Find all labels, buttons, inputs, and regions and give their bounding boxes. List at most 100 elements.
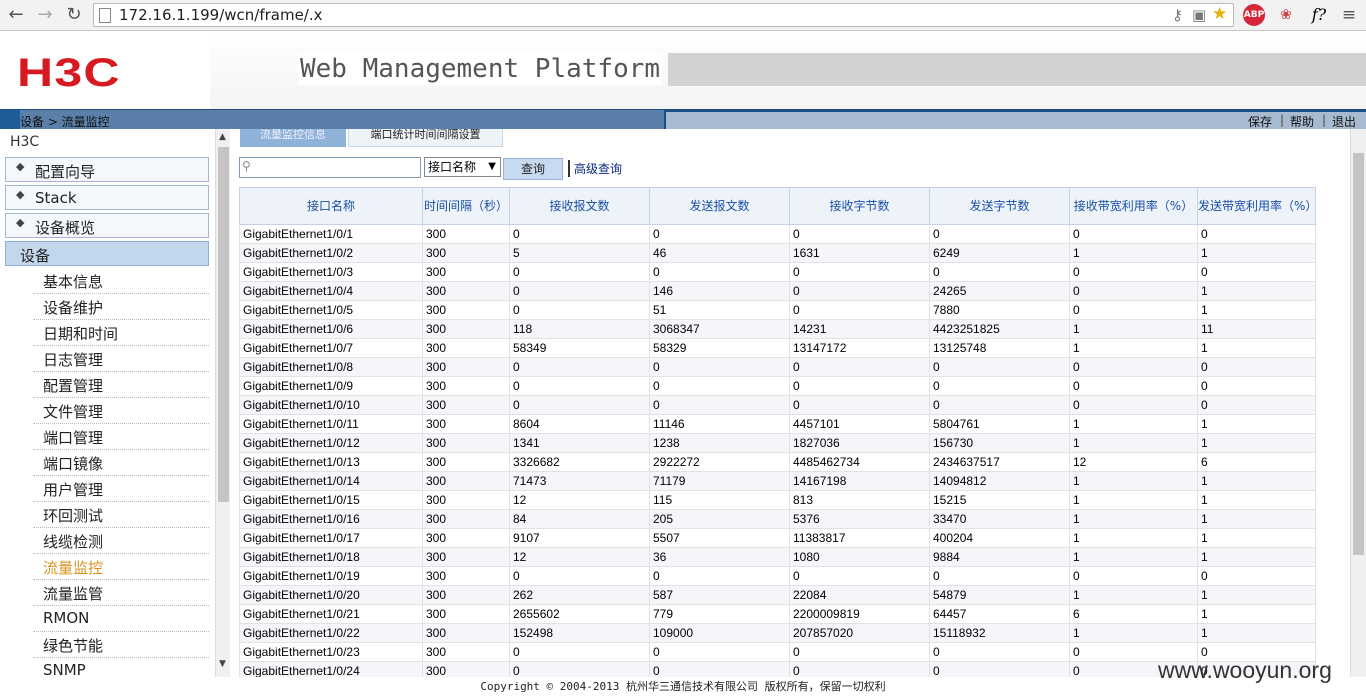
sidebar-item-datetime[interactable]: 日期和时间 [33,320,209,346]
table-row[interactable]: GigabitEthernet1/0/1 300 0 0 0 0 0 0 [239,224,1316,244]
table-cell: 1 [1069,585,1198,605]
column-header[interactable]: 发送带宽利用率（%） [1197,187,1317,225]
table-cell: GigabitEthernet1/0/20 [239,585,423,605]
table-row[interactable]: GigabitEthernet1/0/13 300 3326682 2922272 44… [239,452,1316,472]
table-row[interactable]: GigabitEthernet1/0/21 300 2655602 779 220000… [239,604,1316,624]
sidebar-scrollbar[interactable]: ▲ ▼ [215,129,230,677]
table-cell: 0 [789,376,930,396]
back-icon[interactable]: ← [4,3,28,27]
search-field-select[interactable]: 接口名称 ▼ [424,157,501,177]
table-row[interactable]: GigabitEthernet1/0/4 300 0 146 0 24265 0 1 [239,281,1316,301]
tab-traffic-monitor-info[interactable]: 流量监控信息 [240,129,346,147]
table-cell: 300 [422,642,510,662]
sidebar-item-traffic-monitor[interactable]: 流量监控 [33,554,209,580]
sidebar-item-basic-info[interactable]: 基本信息 [33,268,209,294]
sidebar-group-overview[interactable]: ◆ 设备概览 [5,213,209,238]
sidebar-group-device[interactable]: 设备 [5,241,209,266]
sidebar-item-maintenance[interactable]: 设备维护 [33,294,209,320]
table-row[interactable]: GigabitEthernet1/0/12 300 1341 1238 1827036 1… [239,433,1316,453]
scrollbar-thumb[interactable] [1353,153,1364,555]
url-text[interactable]: 172.16.1.199/wcn/frame/.x [119,5,323,26]
sidebar-item-rmon[interactable]: RMON [33,606,209,632]
table-cell: 300 [422,661,510,677]
scrollbar-thumb[interactable] [218,147,229,502]
reload-icon[interactable]: ↻ [62,3,86,27]
table-cell: 0 [789,300,930,320]
table-cell: 0 [1069,395,1198,415]
table-row[interactable]: GigabitEthernet1/0/17 300 9107 5507 11383817… [239,528,1316,548]
logout-link[interactable]: 退出 [1332,113,1356,130]
scroll-down-icon[interactable]: ▼ [219,659,226,669]
table-row[interactable]: GigabitEthernet1/0/9 300 0 0 0 0 0 0 [239,376,1316,396]
help-link[interactable]: 帮助 [1290,113,1314,130]
sidebar-group-stack[interactable]: ◆ Stack [5,185,209,210]
table-cell: 0 [1197,376,1316,396]
table-row[interactable]: GigabitEthernet1/0/23 300 0 0 0 0 0 0 [239,642,1316,662]
table-cell: 115 [649,490,790,510]
sidebar-item-traffic-policing[interactable]: 流量监管 [33,580,209,606]
table-row[interactable]: GigabitEthernet1/0/20 300 262 587 22084 54879… [239,585,1316,605]
table-cell: 1 [1069,338,1198,358]
address-bar[interactable]: 172.16.1.199/wcn/frame/.x ⚷ ▣ ★ [93,3,1234,27]
table-cell: 0 [1197,566,1316,586]
table-row[interactable]: GigabitEthernet1/0/8 300 0 0 0 0 0 0 [239,357,1316,377]
sidebar-item-config[interactable]: 配置管理 [33,372,209,398]
content-scrollbar[interactable] [1350,129,1366,677]
forward-icon[interactable]: → [33,3,57,27]
table-row[interactable]: GigabitEthernet1/0/11 300 8604 11146 4457101… [239,414,1316,434]
table-cell: 0 [789,262,930,282]
sidebar-item-users[interactable]: 用户管理 [33,476,209,502]
table-cell: 6249 [929,243,1070,263]
table-row[interactable]: GigabitEthernet1/0/6 300 118 3068347 14231 44… [239,319,1316,339]
sidebar-item-loopback[interactable]: 环回测试 [33,502,209,528]
column-header[interactable]: 接口名称 [239,187,423,225]
sidebar-group-wizard[interactable]: ◆ 配置向导 [5,157,209,182]
table-cell: 146 [649,281,790,301]
save-link[interactable]: 保存 [1248,113,1272,130]
column-header[interactable]: 接收带宽利用率（%） [1069,187,1198,225]
scroll-up-icon[interactable]: ▲ [219,132,226,142]
sidebar-item-green-energy[interactable]: 绿色节能 [33,632,209,658]
table-cell: 587 [649,585,790,605]
table-row[interactable]: GigabitEthernet1/0/22 300 152498 109000 2078… [239,623,1316,643]
table-cell: 0 [1069,357,1198,377]
advanced-query-link[interactable]: 高级查询 [568,160,622,177]
table-row[interactable]: GigabitEthernet1/0/15 300 12 115 813 15215 1 1 [239,490,1316,510]
table-row[interactable]: GigabitEthernet1/0/18 300 12 36 1080 9884 1 1 [239,547,1316,567]
search-input[interactable]: ⚲ [239,157,421,178]
adblock-icon[interactable]: ABP [1243,4,1265,26]
column-header[interactable]: 接收字节数 [789,187,930,225]
table-cell: 1 [1069,319,1198,339]
sidebar-item-ports[interactable]: 端口管理 [33,424,209,450]
table-row[interactable]: GigabitEthernet1/0/7 300 58349 58329 1314717… [239,338,1316,358]
table-row[interactable]: GigabitEthernet1/0/3 300 0 0 0 0 0 0 [239,262,1316,282]
table-cell: 1 [1197,414,1316,434]
key-icon[interactable]: ⚷ [1172,6,1183,25]
sidebar-item-log[interactable]: 日志管理 [33,346,209,372]
table-row[interactable]: GigabitEthernet1/0/19 300 0 0 0 0 0 0 [239,566,1316,586]
menu-icon[interactable]: ≡ [1338,4,1360,26]
fx-extension-icon[interactable]: f? [1306,4,1332,26]
table-row[interactable]: GigabitEthernet1/0/16 300 84 205 5376 33470 1 1 [239,509,1316,529]
table-row[interactable]: GigabitEthernet1/0/14 300 71473 71179 141671… [239,471,1316,491]
sidebar-item-port-mirror[interactable]: 端口镜像 [33,450,209,476]
sidebar-item-files[interactable]: 文件管理 [33,398,209,424]
table-row[interactable]: GigabitEthernet1/0/10 300 0 0 0 0 0 0 [239,395,1316,415]
table-row[interactable]: GigabitEthernet1/0/5 300 0 51 0 7880 0 1 [239,300,1316,320]
extension-icon[interactable]: ❀ [1275,4,1297,26]
bookmark-star-icon[interactable]: ★ [1212,5,1227,24]
table-row[interactable]: GigabitEthernet1/0/24 300 0 0 0 0 0 0 [239,661,1316,677]
column-header[interactable]: 时间间隔（秒） [422,187,510,225]
column-header[interactable]: 发送报文数 [649,187,790,225]
table-row[interactable]: GigabitEthernet1/0/2 300 5 46 1631 6249 1 1 [239,243,1316,263]
chevron-down-icon: ▼ [488,161,496,172]
table-cell: 152498 [509,623,650,643]
sidebar-item-snmp[interactable]: SNMP [33,658,209,677]
tab-stats-interval-settings[interactable]: 端口统计时间间隔设置 [348,129,503,147]
translate-icon[interactable]: ▣ [1192,6,1206,25]
table-cell: 14167198 [789,471,930,491]
sidebar-item-cable-test[interactable]: 线缆检测 [33,528,209,554]
column-header[interactable]: 发送字节数 [929,187,1070,225]
query-button[interactable]: 查询 [503,158,563,180]
column-header[interactable]: 接收报文数 [509,187,650,225]
